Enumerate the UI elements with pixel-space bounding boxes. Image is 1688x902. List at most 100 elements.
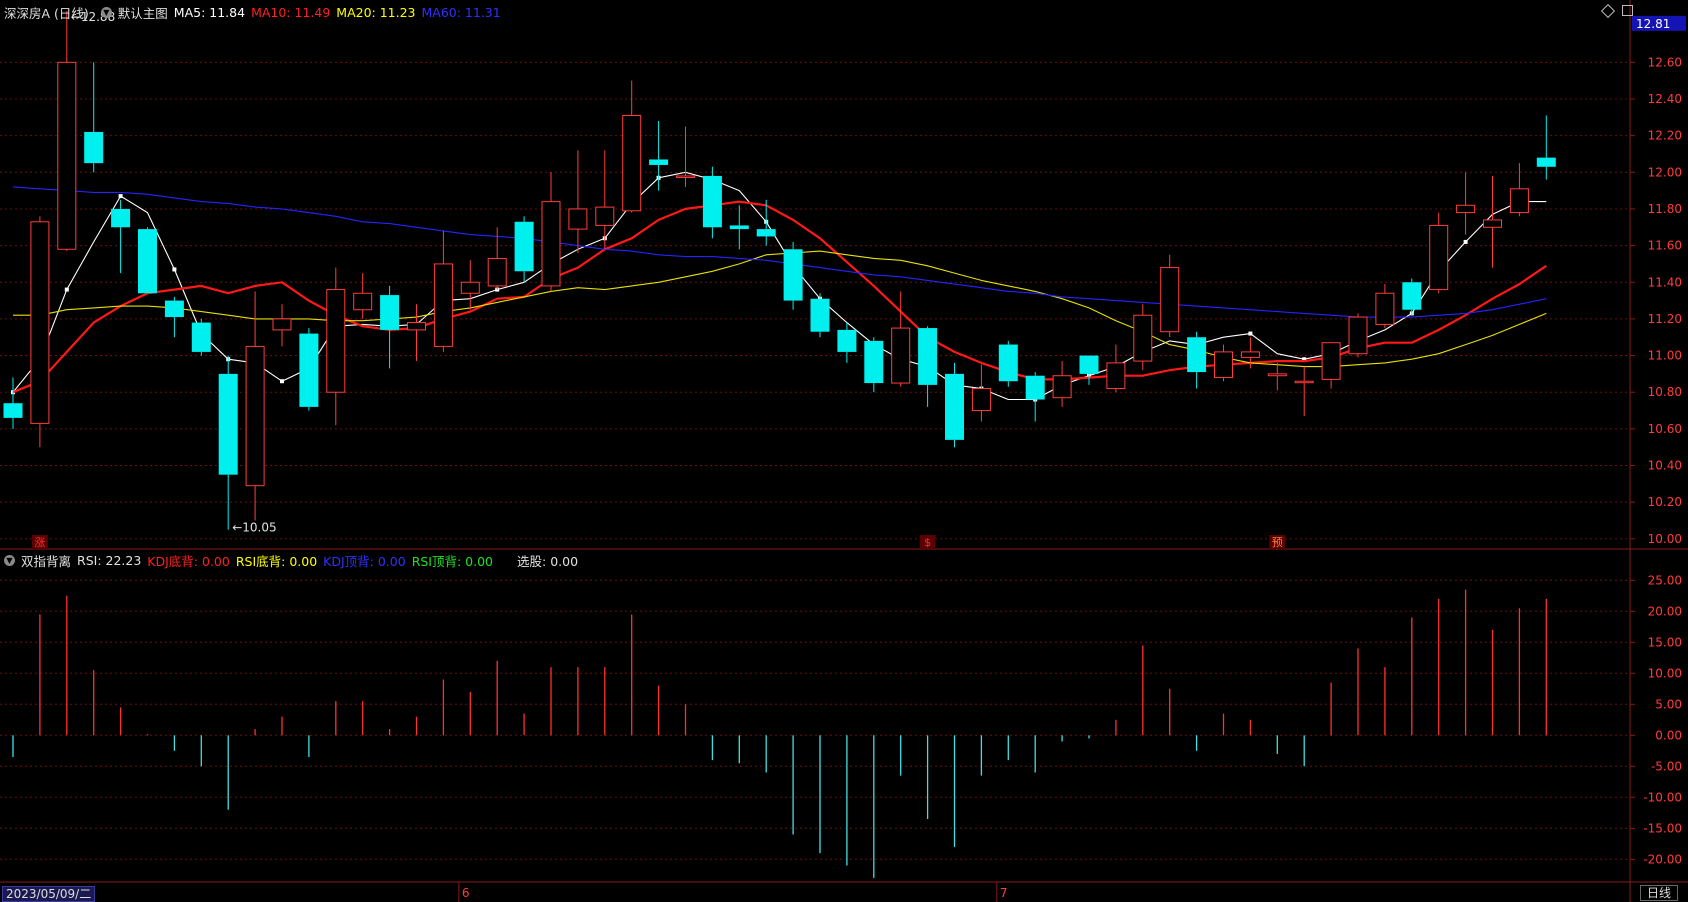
candle-body-down: [1187, 337, 1207, 373]
indicator-tick-label: 10.00: [1648, 666, 1682, 680]
kdj-top-label: KDJ顶背: 0.00: [323, 553, 406, 569]
candle-body-up: [57, 61, 77, 250]
price-tick-label: 10.20: [1648, 495, 1682, 509]
price-tick-label: 12.20: [1648, 129, 1682, 143]
candle-body-up: [891, 327, 911, 384]
indicator-tick-label: 25.00: [1648, 573, 1682, 587]
candle-body-up: [1456, 204, 1476, 214]
price-tick-label: 12.00: [1648, 165, 1682, 179]
ma10-line: [12, 200, 1547, 394]
candle-body-up: [1160, 267, 1180, 333]
signal-marker: $: [924, 536, 931, 549]
price-tick-label: 10.80: [1648, 385, 1682, 399]
chevron-down-icon[interactable]: ▼: [4, 554, 15, 566]
ma60-line: [12, 186, 1547, 318]
candle-body-down: [810, 298, 830, 332]
chevron-down-icon[interactable]: ▼: [100, 6, 112, 18]
maximize-icon[interactable]: [1622, 5, 1633, 16]
kline-chart[interactable]: 10.00 10.20 10.40 10.60 10.80 11.00 11.20 11.40…: [0, 0, 1688, 902]
kdj-bottom-label: KDJ底背: 0.00: [147, 553, 230, 569]
candle-body-up: [326, 289, 346, 393]
candle-body-up: [541, 201, 561, 287]
candle-body-down: [191, 322, 211, 352]
ma5-point: [118, 194, 123, 199]
ma10-label: MA10: 11.49: [251, 4, 331, 20]
candle-body-up: [407, 322, 426, 331]
candle-body-up: [1106, 362, 1126, 390]
candle-body-up: [568, 208, 588, 230]
indicator-name[interactable]: 双指背离: [21, 551, 71, 570]
candle-body-down: [514, 221, 534, 272]
sub-chart-header: ▼ 双指背离 RSI: 22.23 KDJ底背: 0.00 RSI底背: 0.0…: [0, 549, 584, 571]
candle-body-down: [1402, 282, 1422, 310]
candle-body-up: [353, 292, 373, 311]
price-tick-label: 11.60: [1648, 239, 1682, 253]
price-tick-label: 11.80: [1648, 202, 1682, 216]
candle-body-up: [622, 114, 642, 212]
candle-body-down: [837, 329, 857, 352]
template-selector[interactable]: 默认主图: [118, 3, 168, 22]
candle-body-down: [218, 373, 238, 475]
candle-body-down: [998, 344, 1018, 382]
month-label: 6: [462, 886, 470, 900]
ma5-line: [12, 171, 1547, 401]
current-price-label: 12.81: [1636, 17, 1670, 31]
price-tick-label: 12.40: [1648, 92, 1682, 106]
signal-marker: 涨: [34, 536, 45, 549]
ma5-point: [1248, 331, 1253, 336]
candle-body-up: [30, 221, 50, 424]
candle-body-up: [1240, 351, 1260, 358]
candle-body-up: [595, 206, 615, 226]
month-label: 7: [1000, 886, 1008, 900]
price-tick-label: 10.60: [1648, 422, 1682, 436]
candle-body-down: [164, 300, 184, 318]
candle-body-down: [649, 159, 669, 165]
candle-body-down: [138, 229, 157, 294]
stock-title[interactable]: 深深房A (日线): [4, 3, 89, 22]
candle-body-up: [1483, 219, 1502, 228]
candle-body-down: [918, 328, 938, 385]
price-tick-label: 11.20: [1648, 312, 1682, 326]
main-chart-header: 深深房A (日线) ▼ 默认主图 MA5: 11.84 MA10: 11.49 …: [0, 1, 507, 23]
rsi-top-label: RSI顶背: 0.00: [411, 553, 494, 569]
ma20-label: MA20: 11.23: [336, 4, 416, 20]
price-tick-label: 10.00: [1648, 532, 1682, 546]
rsi-label: RSI: 22.23: [77, 552, 142, 568]
candle-body-up: [460, 281, 480, 294]
candle-body-up: [1294, 380, 1314, 384]
candle-body-down: [380, 295, 400, 330]
candle-body-up: [1375, 292, 1395, 325]
candle-body-down: [299, 333, 319, 407]
candle-body-up: [433, 263, 453, 347]
candle-body-down: [702, 175, 722, 228]
pick-label: 选股: 0.00: [517, 553, 579, 569]
candle-body-down: [1025, 375, 1045, 400]
indicator-tick-label: -20.00: [1643, 852, 1682, 866]
candle-body-down: [84, 131, 104, 164]
candle-body-up: [1267, 373, 1287, 377]
indicator-tick-label: 15.00: [1648, 635, 1682, 649]
price-tick-label: 11.40: [1648, 275, 1682, 289]
candle-body-up: [1052, 375, 1072, 399]
rsi-bottom-label: RSI底背: 0.00: [235, 553, 318, 569]
ma5-point: [64, 287, 69, 292]
price-tick-label: 10.40: [1648, 459, 1682, 473]
ma60-label: MA60: 11.31: [421, 4, 501, 20]
candle-body-up: [971, 388, 991, 412]
candle-body-down: [945, 373, 964, 440]
candle-body-down: [756, 229, 776, 237]
cursor-date: 2023/05/09/二: [2, 886, 96, 902]
ma5-label: MA5: 11.84: [173, 4, 246, 20]
ma20-line: [13, 250, 1547, 368]
ma5-point: [280, 379, 284, 384]
price-tick-label: 12.60: [1648, 55, 1682, 69]
signal-marker: 预: [1272, 536, 1283, 549]
candle-body-up: [1214, 351, 1233, 379]
period-button[interactable]: 日线: [1639, 885, 1678, 901]
candle-body-up: [272, 318, 292, 331]
indicator-tick-label: 5.00: [1655, 697, 1682, 711]
indicator-tick-label: -15.00: [1643, 821, 1682, 835]
candle-body-down: [1536, 157, 1556, 167]
candle-body-up: [1509, 188, 1529, 214]
indicator-tick-label: -5.00: [1651, 759, 1682, 773]
